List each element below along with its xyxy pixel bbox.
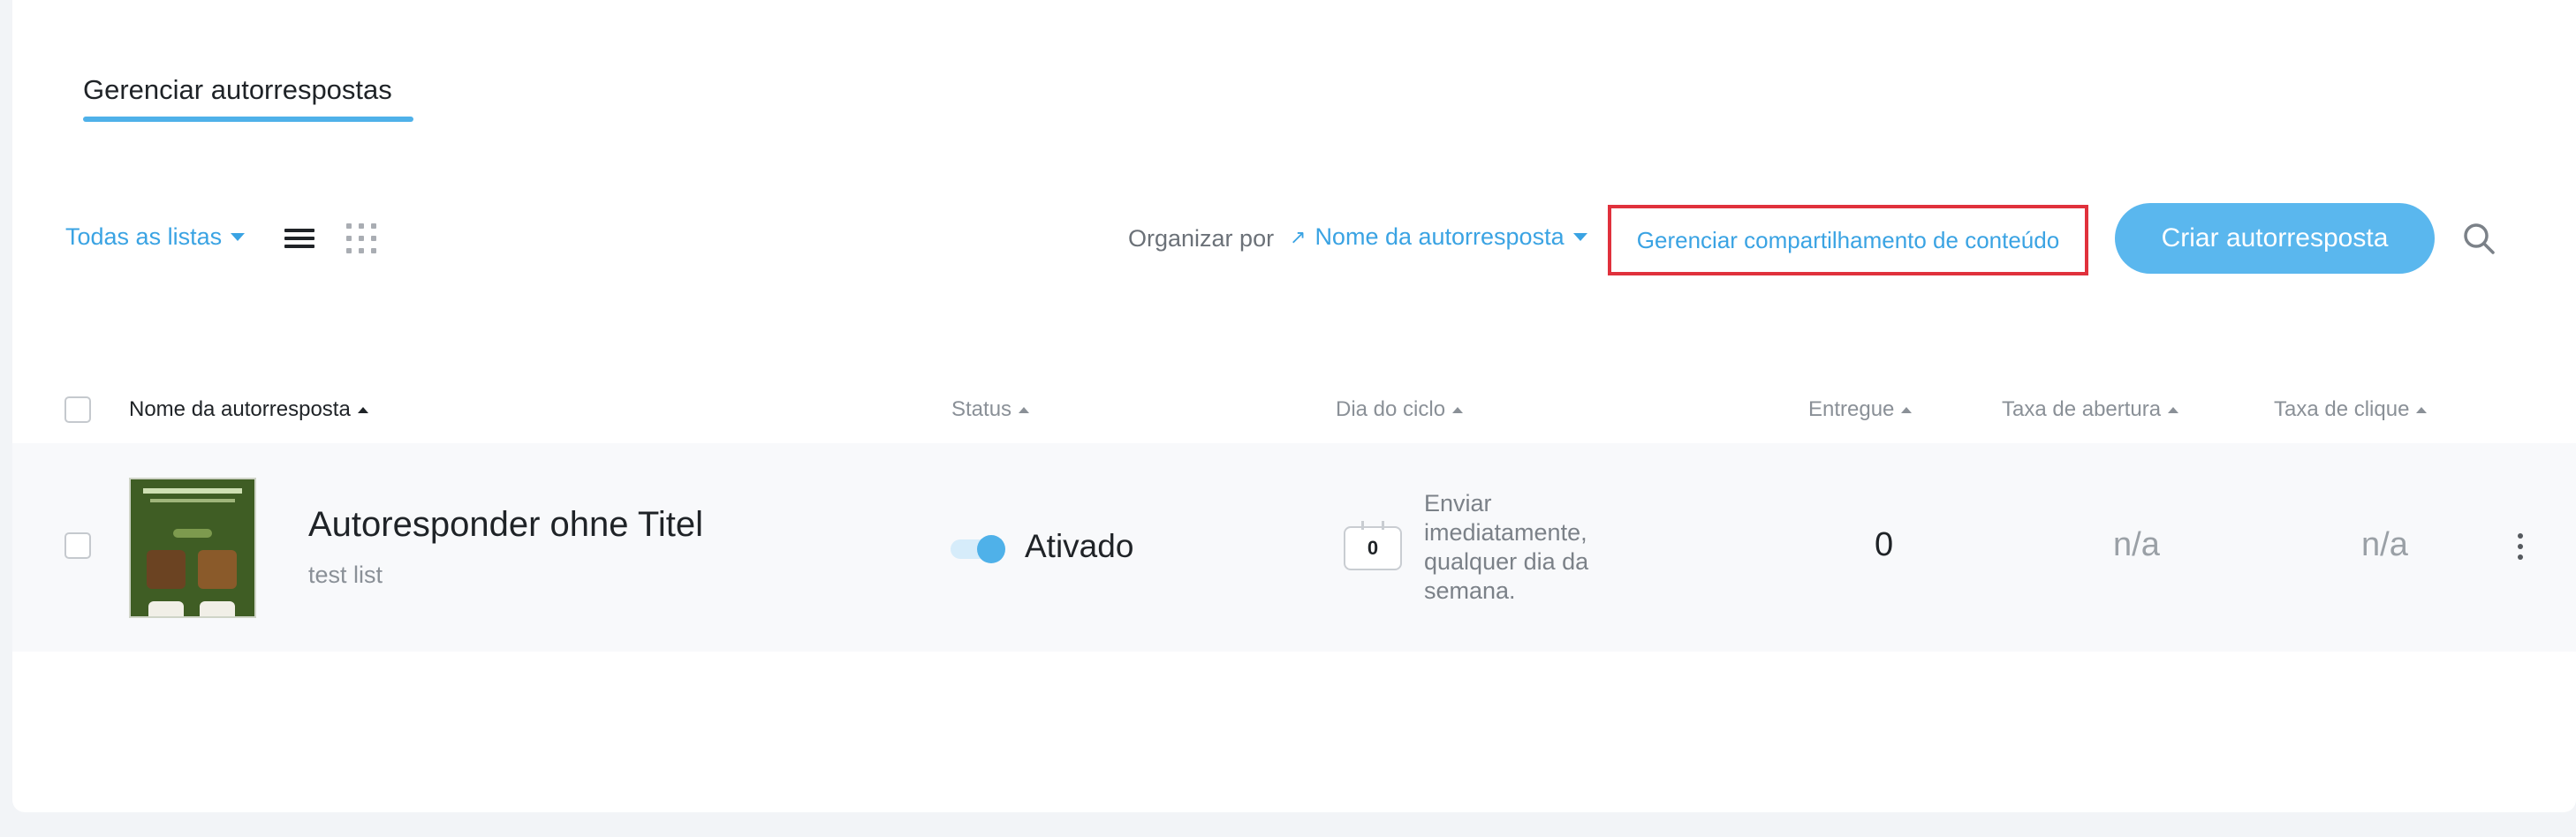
column-header-delivered-label: Entregue xyxy=(1808,397,1895,421)
manage-content-sharing-link[interactable]: Gerenciar compartilhamento de conteúdo xyxy=(1608,205,2088,275)
cycle-description: Enviar imediatamente, qualquer dia da se… xyxy=(1424,490,1589,604)
autoresponder-name[interactable]: Autoresponder ohne Titel xyxy=(308,505,703,545)
tab-active-indicator xyxy=(83,117,413,122)
calendar-icon: 0 xyxy=(1344,521,1402,570)
sort-label: Organizar por xyxy=(1128,225,1275,252)
autoresponder-thumbnail[interactable] xyxy=(129,478,256,618)
column-header-delivered[interactable]: Entregue xyxy=(1808,397,1913,422)
select-all-checkbox[interactable] xyxy=(64,396,91,423)
tab-manage-autoresponders[interactable]: Gerenciar autorrespostas xyxy=(83,74,392,106)
sort-direction-icon: ↗ xyxy=(1290,225,1307,248)
delivered-value: 0 xyxy=(1875,526,1894,563)
sort-up-icon xyxy=(357,406,368,413)
sort-up-icon xyxy=(1452,406,1464,413)
search-icon[interactable] xyxy=(2461,221,2496,256)
lists-filter-label: Todas as listas xyxy=(65,223,223,250)
status-toggle[interactable] xyxy=(951,533,1007,563)
column-header-cycle-day[interactable]: Dia do ciclo xyxy=(1336,397,1464,422)
column-header-open-rate[interactable]: Taxa de abertura xyxy=(2002,397,2179,422)
column-header-cycle-day-label: Dia do ciclo xyxy=(1336,397,1446,421)
grid-view-icon[interactable] xyxy=(346,223,376,253)
sort-up-icon xyxy=(1019,406,1030,413)
sort-up-icon xyxy=(2168,406,2179,413)
column-header-status-label: Status xyxy=(951,397,1012,421)
cycle-day-value: 0 xyxy=(1367,537,1379,559)
row-checkbox[interactable] xyxy=(64,532,91,559)
sort-dropdown[interactable]: ↗ Nome da autorresposta xyxy=(1290,223,1587,251)
sort-up-icon xyxy=(2416,406,2428,413)
column-header-click-rate-label: Taxa de clique xyxy=(2274,397,2410,421)
sort-up-icon xyxy=(1901,406,1913,413)
status-text: Ativado xyxy=(1025,528,1134,564)
chevron-down-icon xyxy=(231,233,246,241)
main-card xyxy=(12,0,2576,812)
list-view-icon[interactable] xyxy=(284,229,314,248)
lists-filter-dropdown[interactable]: Todas as listas xyxy=(65,223,246,251)
open-rate-value: n/a xyxy=(2113,526,2160,563)
table-row[interactable] xyxy=(12,443,2576,652)
create-autoresponder-button[interactable]: Criar autorresposta xyxy=(2115,203,2435,274)
column-header-click-rate[interactable]: Taxa de clique xyxy=(2274,397,2428,422)
column-header-name-label: Nome da autorresposta xyxy=(129,397,351,421)
column-header-name[interactable]: Nome da autorresposta xyxy=(129,397,368,422)
sort-value: Nome da autorresposta xyxy=(1315,223,1565,250)
chevron-down-icon xyxy=(1572,233,1587,241)
click-rate-value: n/a xyxy=(2361,526,2408,563)
column-header-open-rate-label: Taxa de abertura xyxy=(2002,397,2162,421)
autoresponder-list: test list xyxy=(308,562,383,588)
column-header-status[interactable]: Status xyxy=(951,397,1030,422)
more-options-icon[interactable] xyxy=(2518,533,2525,563)
